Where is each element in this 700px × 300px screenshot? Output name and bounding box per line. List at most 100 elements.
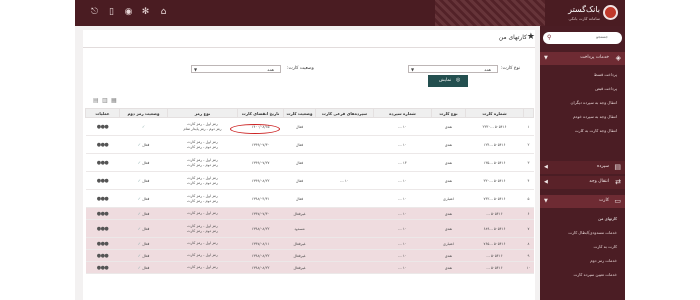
second-pin-status: ✓ <box>119 117 168 136</box>
row-actions: ●●● <box>85 207 120 220</box>
deposit-number: ۱۰ ... <box>373 171 432 190</box>
page-title: کارتهای من <box>498 34 527 41</box>
pin-type-line: رمز دوم - رمز کارت <box>187 144 218 149</box>
pin-type-line: رمز دوم - رمز کارت <box>187 198 218 203</box>
search-input[interactable]: جستجو <box>596 34 608 39</box>
star-icon[interactable]: ★ <box>527 32 535 42</box>
check-icon: ✓ <box>141 124 146 129</box>
second-pin-status: فعال ✓ <box>119 135 168 154</box>
pin-type-line: رمز اول - رمز کارت <box>187 211 218 215</box>
column-header: وضعیت کارت <box>283 108 316 118</box>
card-number: ۵۰۵۴۱۶ ...۳۳۰ <box>465 171 524 190</box>
table-row[interactable]: ۹ ۵۰۵۴۱۶ ... نقدی ۱۰ ... غیرفعال ۱۳۹۸/۰۸/۲۲ رم… <box>85 249 534 262</box>
more-actions-icon[interactable]: ●●● <box>97 178 109 184</box>
deposit-number: ۱۰ ... <box>373 189 432 208</box>
card-icon: ▭ <box>614 197 621 205</box>
card-type: نقدی <box>431 249 466 262</box>
second-pin-label: فعال <box>142 266 150 270</box>
pin-type-line: رمز دوم - رمز کارت <box>187 228 218 233</box>
sidebar-section-payment[interactable]: ◈ خدمات پرداخت ▼ <box>540 52 625 65</box>
table-row[interactable]: ۵ ۵۰۵۴۱۶ ...۷۴۲ اعتباری ۱۰ ... فعال ۱۳۹۸/۰۴/۳… <box>85 189 534 208</box>
card-status: غیرفعال <box>283 249 316 262</box>
sidebar-item-card-to-card[interactable]: انتقال وجه کارت به کارت <box>575 128 617 133</box>
more-actions-icon[interactable]: ●●● <box>97 241 109 247</box>
logout-icon[interactable]: ⎋ <box>89 7 100 18</box>
sidebar-item-card-deposit[interactable]: خدمات تعیین سپرده کارت <box>574 272 617 277</box>
sidebar-item-second-pin[interactable]: خدمات رمز دوم <box>590 258 617 263</box>
card-type: نقدی <box>431 171 466 190</box>
table-row[interactable]: ۷ ۵۰۵۴۱۶ ...۶۸۹ نقدی ۱۰ ... مسدود ۱۳۹۸/۰۸/۲۲ ر… <box>85 219 534 238</box>
sidebar-section-label: سپرده <box>597 164 609 169</box>
sidebar-item-my-cards[interactable]: کارتهای من <box>598 216 617 221</box>
deposit-number: ۱۰ ... <box>373 219 432 238</box>
second-pin-label: فعال <box>142 212 150 216</box>
card-number: ۵۰۵۴۱۶ ...۶۸۹ <box>465 219 524 238</box>
card-type: نقدی <box>431 135 466 154</box>
second-pin-status: فعال ✓ <box>119 171 168 190</box>
more-actions-icon[interactable]: ●●● <box>97 124 109 130</box>
sidebar-item-installment[interactable]: پرداخت قسط <box>594 72 617 77</box>
show-button-label: نمایش <box>439 78 452 83</box>
sidebar-section-deposit[interactable]: ▤ سپرده ◀ <box>540 161 625 174</box>
sidebar-section-label: انتقال وجه <box>589 179 609 184</box>
more-actions-icon[interactable]: ●●● <box>97 142 109 148</box>
notification-icon[interactable]: ▯ <box>106 7 117 18</box>
sidebar-item-card-block[interactable]: خدمات مسدودی/ابطال کارت <box>568 230 617 235</box>
row-actions: ●●● <box>85 189 120 208</box>
card-expiry: ۱۳۹۷/۰۷/۳۰ <box>237 207 284 220</box>
card-status-label: وضعیت کارت: <box>287 66 314 71</box>
more-actions-icon[interactable]: ●●● <box>97 196 109 202</box>
more-actions-icon[interactable]: ●●● <box>97 160 109 166</box>
more-actions-icon[interactable]: ●●● <box>97 253 109 259</box>
card-number: ۵۰۵۴۱۶ ...۲۳۳۰ <box>465 117 524 136</box>
card-status: غیرفعال <box>283 261 316 274</box>
table-row[interactable]: ۱۰ ۵۰۵۴۱۶ ... نقدی ۱۰ ... غیرفعال ۱۳۹۸/۰۸/۲۲ ر… <box>85 261 534 274</box>
card-status: فعال <box>283 135 316 154</box>
second-pin-label: فعال <box>142 161 150 165</box>
sidebar-item-card-transfer[interactable]: کارت به کارت <box>594 244 617 249</box>
more-actions-icon[interactable]: ●●● <box>97 226 109 232</box>
excel-icon[interactable]: ▦ <box>111 97 117 105</box>
pin-types: رمز اول - رمز کارت <box>167 207 238 220</box>
user-icon[interactable]: ◉ <box>123 7 134 18</box>
table-row[interactable]: ۳ ۵۰۵۴۱۶ ...۱۳۵ نقدی ۱۳ ... فعال ۱۳۹۹/۰۷/۲۷ رم… <box>85 153 534 172</box>
card-expiry: ۱۳۹۸/۰۴/۳۱ <box>237 189 284 208</box>
table-row[interactable]: ۱ ۵۰۵۴۱۶ ...۲۳۳۰ نقدی ۱۰ ... فعال ۱۴۰۰/۰۸/۱۵ ر… <box>85 117 534 136</box>
sidebar-section-transfer[interactable]: ⇄ انتقال وجه ◀ <box>540 176 625 189</box>
more-actions-icon[interactable]: ●●● <box>97 211 109 217</box>
table-row[interactable]: ۸ ۵۰۵۴۱۶ ...۷۶۵ اعتباری ۱۰ ... غیرفعال ۱۳۹۷/۰… <box>85 237 534 250</box>
more-actions-icon[interactable]: ●●● <box>97 265 109 271</box>
card-number: ۵۰۵۴۱۶ ...۷۴۲ <box>465 189 524 208</box>
chevron-left-icon: ◀ <box>544 164 548 170</box>
pin-types: رمز اول - رمز کارت رمز دوم - رمز کارت <box>167 189 238 208</box>
sub-deposits <box>315 249 374 262</box>
card-type-select[interactable]: همه ▼ <box>408 65 498 73</box>
settings-icon[interactable]: ✻ <box>140 7 151 18</box>
show-button[interactable]: نمایش ◎ <box>428 75 468 87</box>
sidebar-item-transfer-own[interactable]: انتقال وجه به سپرده خودم <box>573 114 617 119</box>
card-type: نقدی <box>431 117 466 136</box>
second-pin-status: فعال ✓ <box>119 261 168 274</box>
second-pin-label: فعال <box>142 227 150 231</box>
sidebar-item-transfer-others[interactable]: انتقال وجه به سپرده دیگران <box>571 100 617 105</box>
pdf-icon[interactable]: ▥ <box>102 97 108 105</box>
row-actions: ●●● <box>85 153 120 172</box>
second-pin-status: فعال ✓ <box>119 249 168 262</box>
table-row[interactable]: ۶ ۵۰۵۴۱۶ ... نقدی ۱۰ ... غیرفعال ۱۳۹۷/۰۷/۳۰ رم… <box>85 207 534 220</box>
divider <box>83 47 535 48</box>
home-icon[interactable]: ⌂ <box>158 7 169 18</box>
card-expiry: ۱۳۹۹/۰۷/۲۷ <box>237 153 284 172</box>
search-icon[interactable]: ⚲ <box>547 34 551 42</box>
sidebar: جستجو ⚲ ◈ خدمات پرداخت ▼ پرداخت قسط پردا… <box>540 26 625 300</box>
sidebar-item-bill[interactable]: پرداخت قبض <box>595 86 617 91</box>
second-pin-label: فعال <box>142 254 150 258</box>
table-row[interactable]: ۲ ۵۰۵۴۱۶ ...۱۲۴ نقدی ۱۰ ... فعال ۱۳۹۹/۰۷/۳۰ رم… <box>85 135 534 154</box>
card-status-select[interactable]: همه ▼ <box>191 65 281 73</box>
app-window: ⎋ ▯ ◉ ✻ ⌂ بانک‌گستر سامانه کارت بانکی جس… <box>75 0 625 300</box>
sidebar-search[interactable]: جستجو ⚲ <box>543 32 622 44</box>
sidebar-section-card[interactable]: ▭ کارت ▼ <box>540 195 625 208</box>
sub-deposits <box>315 261 374 274</box>
print-icon[interactable]: ▤ <box>93 97 99 105</box>
sub-deposits <box>315 237 374 250</box>
table-row[interactable]: ۴ ۵۰۵۴۱۶ ...۳۳۰ نقدی ۱۰ ... ۱۰ ... فعال ۱۳۹۹/۰… <box>85 171 534 190</box>
